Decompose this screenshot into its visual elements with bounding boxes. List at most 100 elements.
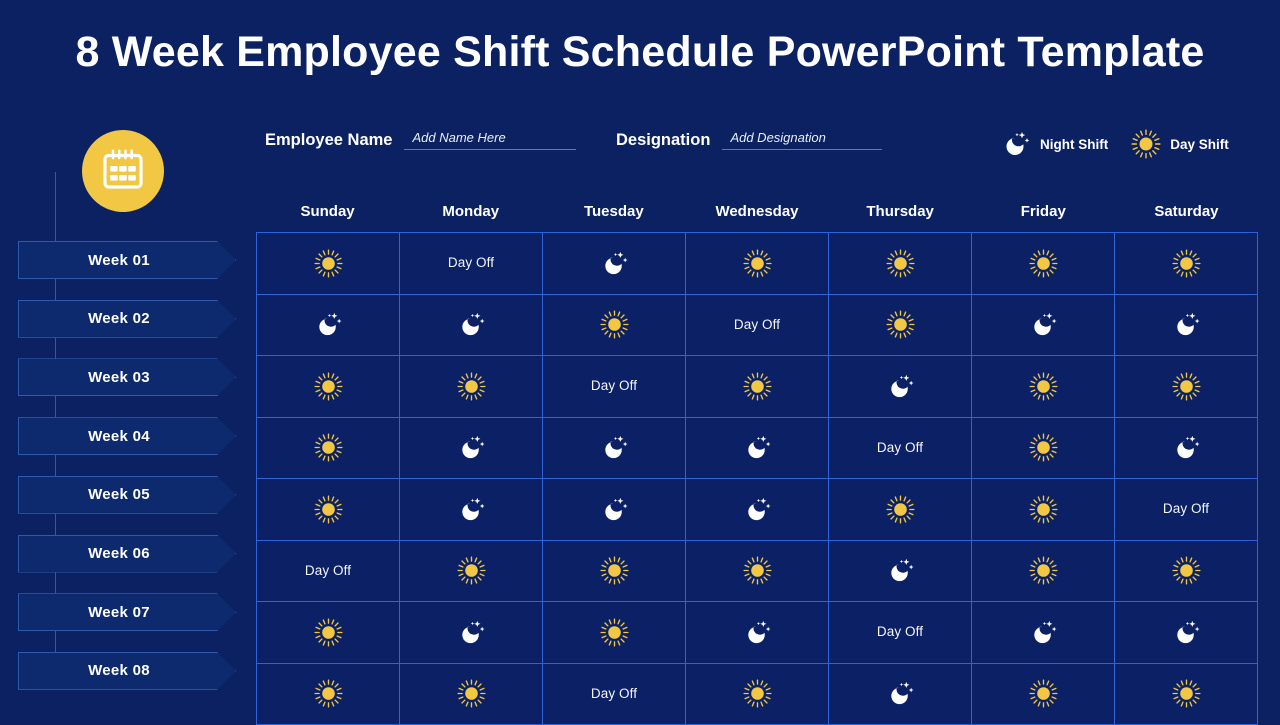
sun-icon <box>830 248 970 279</box>
calendar-icon <box>99 145 147 198</box>
schedule-cell-day-shift[interactable] <box>256 416 400 479</box>
week-tag-7[interactable]: Week 07 <box>18 593 236 632</box>
schedule-cell-day-shift[interactable] <box>971 539 1115 602</box>
schedule-cell-day-shift[interactable] <box>542 293 686 356</box>
sun-icon <box>973 555 1113 586</box>
week-tag-5[interactable]: Week 05 <box>18 475 236 514</box>
schedule-cell-night-shift[interactable] <box>1114 416 1258 479</box>
schedule-cell-day-off[interactable]: Day Off <box>828 416 972 479</box>
schedule-cell-day-shift[interactable] <box>399 662 543 725</box>
moon-stars-icon <box>687 432 827 463</box>
schedule-cell-day-shift[interactable] <box>542 539 686 602</box>
moon-stars-icon <box>544 432 684 463</box>
calendar-badge <box>82 130 164 212</box>
schedule-cell-night-shift[interactable] <box>542 478 686 541</box>
week-tag-1[interactable]: Week 01 <box>18 241 236 279</box>
sun-icon <box>973 248 1113 279</box>
moon-stars-icon <box>1000 128 1032 160</box>
schedule-cell-day-off[interactable]: Day Off <box>399 232 543 295</box>
sun-icon <box>258 432 398 463</box>
schedule-cell-night-shift[interactable] <box>542 232 686 295</box>
sun-icon <box>1116 555 1256 586</box>
schedule-cell-night-shift[interactable] <box>542 416 686 479</box>
schedule-cell-night-shift[interactable] <box>399 293 543 356</box>
week-tag-8[interactable]: Week 08 <box>18 651 236 690</box>
legend-item-night-shift: Night Shift <box>1000 128 1108 160</box>
schedule-cell-night-shift[interactable] <box>399 478 543 541</box>
schedule-cell-night-shift[interactable] <box>828 662 972 725</box>
schedule-cell-day-shift[interactable] <box>971 478 1115 541</box>
schedule-cell-night-shift[interactable] <box>971 601 1115 664</box>
schedule-cell-day-shift[interactable] <box>828 478 972 541</box>
schedule-cell-day-off[interactable]: Day Off <box>685 293 829 356</box>
sun-icon <box>687 555 827 586</box>
schedule-cell-night-shift[interactable] <box>971 293 1115 356</box>
employee-name-input[interactable]: Add Name Here <box>404 130 577 151</box>
schedule-cell-night-shift[interactable] <box>685 416 829 479</box>
moon-stars-icon <box>687 617 827 648</box>
sun-icon <box>544 555 684 586</box>
schedule-table: Day Off Day Off Day Off Day Off Day Off … <box>256 232 1258 725</box>
schedule-cell-night-shift[interactable] <box>828 539 972 602</box>
schedule-cell-night-shift[interactable] <box>685 478 829 541</box>
day-header-sunday: Sunday <box>300 203 355 220</box>
schedule-cell-night-shift[interactable] <box>828 355 972 418</box>
schedule-cell-day-off[interactable]: Day Off <box>256 539 400 602</box>
schedule-cell-night-shift[interactable] <box>399 416 543 479</box>
schedule-cell-day-shift[interactable] <box>256 355 400 418</box>
schedule-cell-day-shift[interactable] <box>828 232 972 295</box>
moon-stars-icon <box>544 248 684 279</box>
week-tag-3[interactable]: Week 03 <box>18 358 236 397</box>
week-tag-label: Week 08 <box>88 662 150 680</box>
schedule-cell-day-shift[interactable] <box>685 539 829 602</box>
schedule-cell-day-shift[interactable] <box>256 232 400 295</box>
schedule-cell-day-shift[interactable] <box>399 539 543 602</box>
moon-stars-icon <box>258 309 398 340</box>
day-header-friday: Friday <box>1020 203 1066 220</box>
schedule-cell-day-shift[interactable] <box>542 601 686 664</box>
day-header-row: Sunday Monday Tuesday Wednesday Thursday Frid… <box>256 203 1258 220</box>
sun-icon <box>401 678 541 709</box>
schedule-cell-night-shift[interactable] <box>399 601 543 664</box>
moon-stars-icon <box>401 494 541 525</box>
schedule-cell-day-shift[interactable] <box>399 355 543 418</box>
week-tag-4[interactable]: Week 04 <box>18 417 236 456</box>
schedule-cell-day-shift[interactable] <box>1114 662 1258 725</box>
schedule-cell-day-off[interactable]: Day Off <box>542 355 686 418</box>
schedule-cell-day-shift[interactable] <box>256 662 400 725</box>
schedule-cell-day-shift[interactable] <box>685 232 829 295</box>
schedule-cell-night-shift[interactable] <box>256 293 400 356</box>
legend-label-day-shift: Day Shift <box>1170 136 1229 152</box>
sun-icon <box>830 309 970 340</box>
schedule-row: Day Off <box>256 662 1258 725</box>
designation-input[interactable]: Add Designation <box>722 130 883 151</box>
day-off-label: Day Off <box>733 316 781 332</box>
schedule-cell-night-shift[interactable] <box>685 601 829 664</box>
schedule-body: Day Off Day Off Day Off Day Off Day Off … <box>256 232 1258 725</box>
schedule-cell-day-shift[interactable] <box>1114 539 1258 602</box>
schedule-cell-day-shift[interactable] <box>256 601 400 664</box>
moon-stars-icon <box>544 494 684 525</box>
schedule-row: Day Off <box>256 601 1258 664</box>
week-tag-6[interactable]: Week 06 <box>18 534 236 573</box>
day-off-label: Day Off <box>304 562 352 578</box>
schedule-cell-day-off[interactable]: Day Off <box>1114 478 1258 541</box>
schedule-cell-day-shift[interactable] <box>685 662 829 725</box>
schedule-cell-day-shift[interactable] <box>256 478 400 541</box>
schedule-cell-day-shift[interactable] <box>971 662 1115 725</box>
schedule-cell-day-shift[interactable] <box>828 293 972 356</box>
schedule-cell-day-off[interactable]: Day Off <box>828 601 972 664</box>
moon-stars-icon <box>1116 432 1256 463</box>
designation-field-group: Designation Add Designation <box>616 130 883 151</box>
week-tag-2[interactable]: Week 02 <box>18 299 236 338</box>
schedule-cell-day-shift[interactable] <box>971 232 1115 295</box>
schedule-cell-day-shift[interactable] <box>971 416 1115 479</box>
schedule-cell-night-shift[interactable] <box>1114 601 1258 664</box>
schedule-cell-day-shift[interactable] <box>1114 232 1258 295</box>
schedule-cell-night-shift[interactable] <box>1114 293 1258 356</box>
schedule-cell-day-shift[interactable] <box>685 355 829 418</box>
schedule-cell-day-off[interactable]: Day Off <box>542 662 686 725</box>
schedule-cell-day-shift[interactable] <box>971 355 1115 418</box>
schedule-cell-day-shift[interactable] <box>1114 355 1258 418</box>
week-tag-label: Week 06 <box>88 545 150 562</box>
